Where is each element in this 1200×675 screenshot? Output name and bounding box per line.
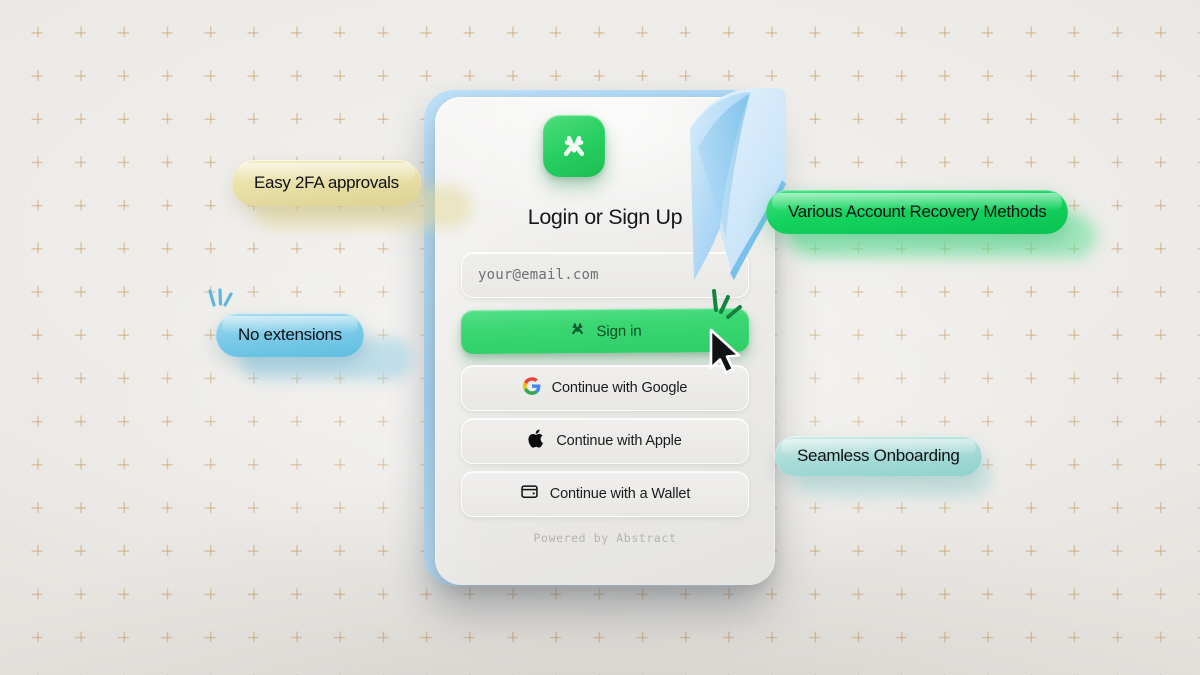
continue-with-apple-button[interactable]: Continue with Apple [461,418,749,464]
apple-icon [528,429,545,453]
google-icon [522,376,541,400]
email-field-placeholder: your@email.com [478,267,599,283]
sign-in-button-label: Sign in [596,322,642,340]
continue-with-wallet-label: Continue with a Wallet [549,486,691,502]
abstract-logo-icon [568,319,587,343]
abstract-logo-icon [543,115,605,177]
wallet-icon [520,482,539,506]
feature-pill-onboarding[interactable]: Seamless Onboarding [775,436,982,476]
powered-by-label: Powered by Abstract [533,531,677,545]
feature-pill-account-recovery[interactable]: Various Account Recovery Methods [766,190,1069,234]
feature-pill-2fa[interactable]: Easy 2FA approvals [232,160,421,206]
feature-pill-no-extensions-label: No extensions [238,325,342,344]
continue-with-google-label: Continue with Google [551,380,688,396]
scene: Login or Sign Up your@email.com Sign in … [0,0,1200,675]
continue-with-wallet-button[interactable]: Continue with a Wallet [461,471,749,517]
page-title: Login or Sign Up [527,205,683,229]
feature-pill-no-extensions[interactable]: No extensions [216,313,364,357]
feature-pill-onboarding-label: Seamless Onboarding [797,446,960,465]
sparkle-icon [204,288,238,323]
arrow-cursor-icon [706,327,746,382]
feature-pill-2fa-label: Easy 2FA approvals [254,173,399,192]
feature-pill-account-recovery-label: Various Account Recovery Methods [788,202,1047,221]
continue-with-apple-label: Continue with Apple [556,433,682,449]
